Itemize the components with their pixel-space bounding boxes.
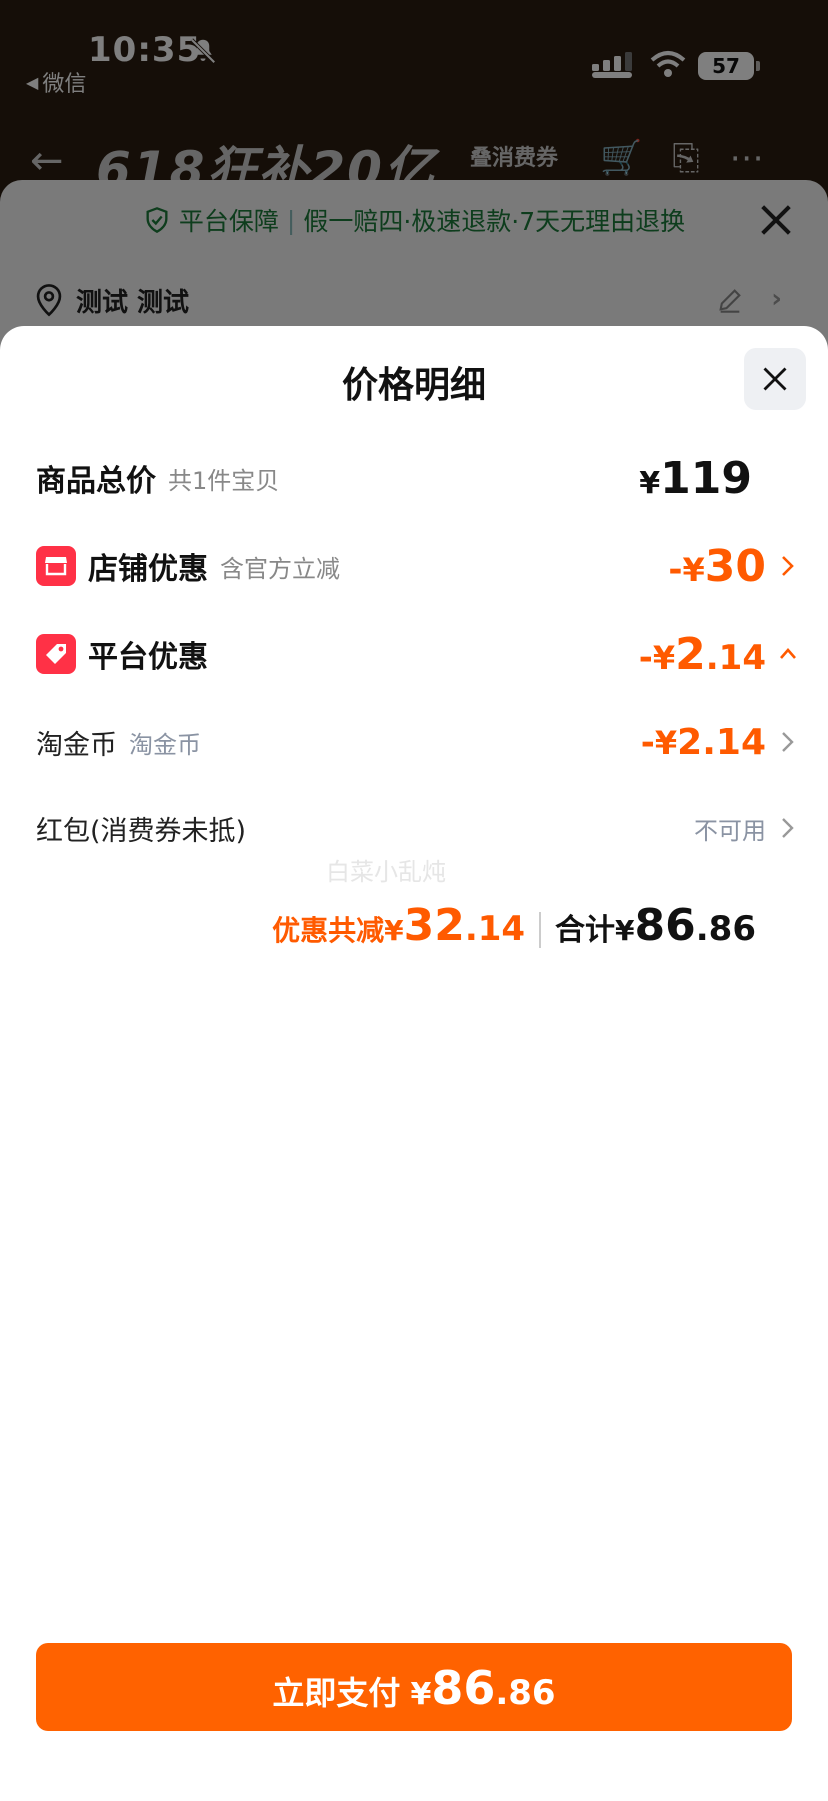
sheet-title: 价格明细 bbox=[341, 365, 486, 406]
close-icon bbox=[763, 367, 787, 391]
row-store-discount[interactable]: 店铺优惠 含官方立减 -¥30 bbox=[36, 538, 796, 594]
tag-icon bbox=[46, 644, 66, 664]
row-red-packet[interactable]: 红包(消费券未抵) 不可用 bbox=[36, 800, 796, 856]
chevron-up-orange-icon bbox=[780, 648, 796, 659]
platform-discount-label: 平台优惠 bbox=[88, 640, 208, 675]
platform-discount-amount: -¥2.14 bbox=[638, 628, 766, 680]
grand-total: 合计 ¥86.86 bbox=[555, 900, 756, 951]
summary-divider bbox=[539, 912, 542, 948]
store-discount-label: 店铺优惠 bbox=[88, 552, 208, 587]
platform-discount-badge bbox=[36, 634, 76, 674]
chevron-right-icon bbox=[782, 732, 794, 752]
red-packet-label: 红包(消费券未抵) bbox=[36, 815, 247, 847]
store-discount-note: 含官方立减 bbox=[220, 554, 340, 583]
red-packet-status: 不可用 bbox=[694, 816, 766, 845]
row-taojinbi[interactable]: 淘金币 淘金币 -¥2.14 bbox=[36, 714, 796, 770]
close-button[interactable] bbox=[744, 348, 806, 410]
goods-total-label: 商品总价 bbox=[36, 464, 156, 499]
row-platform-discount[interactable]: 平台优惠 -¥2.14 bbox=[36, 626, 796, 682]
store-discount-amount: -¥30 bbox=[668, 540, 766, 592]
chevron-right-orange-icon bbox=[782, 556, 794, 576]
taojinbi-note: 淘金币 bbox=[129, 730, 201, 759]
taojinbi-amount: -¥2.14 bbox=[640, 721, 766, 763]
total-saved: 优惠共减 ¥32.14 bbox=[272, 900, 526, 951]
row-goods-total: 商品总价 共1件宝贝 ¥119 bbox=[36, 450, 796, 506]
goods-total-amount: ¥119 bbox=[639, 452, 752, 504]
store-icon bbox=[45, 557, 67, 576]
taojinbi-label: 淘金币 bbox=[36, 729, 117, 761]
watermark-text: 白菜小乱炖 bbox=[326, 858, 446, 886]
pay-now-button[interactable]: 立即支付 ¥86.86 bbox=[36, 1643, 792, 1731]
price-summary: 优惠共减 ¥32.14 合计 ¥86.86 bbox=[272, 900, 756, 960]
goods-count-note: 共1件宝贝 bbox=[168, 466, 280, 495]
chevron-right-icon bbox=[782, 818, 794, 838]
price-detail-sheet: 价格明细 商品总价 共1件宝贝 ¥119 店铺优惠 含官方立减 -¥30 平台优… bbox=[0, 326, 828, 1801]
store-discount-badge bbox=[36, 546, 76, 586]
